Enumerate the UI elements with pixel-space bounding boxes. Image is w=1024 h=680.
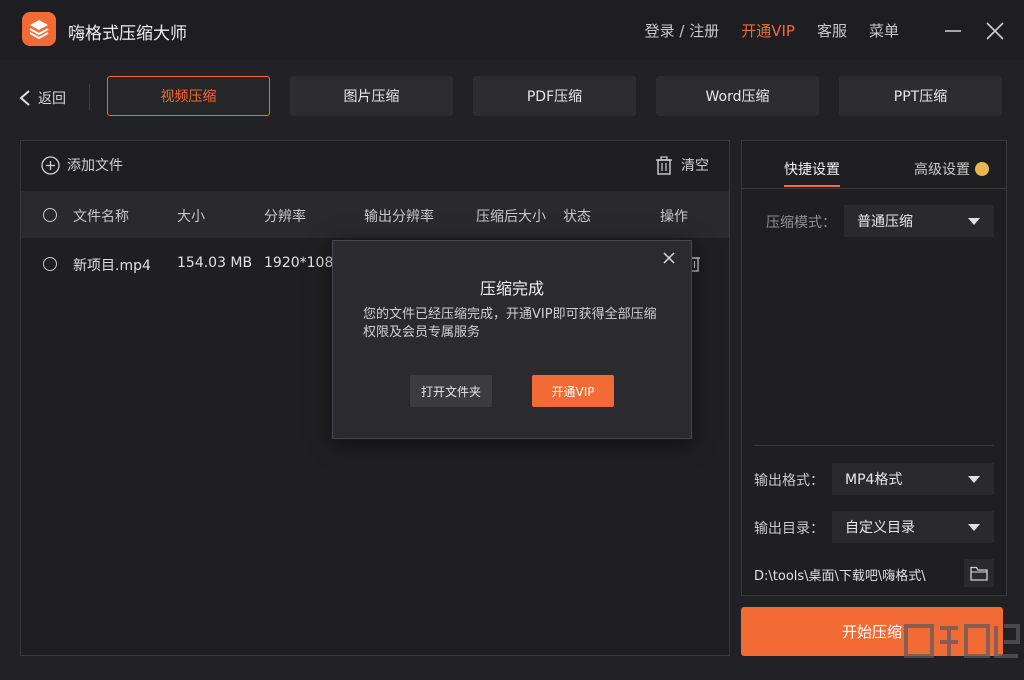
compress-complete-dialog: 压缩完成 您的文件已经压缩完成，开通VIP即可获得全部压缩权限及会员专属服务 打… (332, 240, 692, 439)
output-dir-label: 输出目录： (754, 518, 824, 538)
divider (754, 445, 994, 446)
compress-mode-label: 压缩模式： (766, 212, 836, 232)
chevron-left-icon (18, 89, 32, 107)
clear-button[interactable]: 清空 (655, 155, 709, 175)
table-header: 文件名称 大小 分辨率 输出分辨率 压缩后大小 状态 操作 (21, 191, 729, 238)
customer-service-link[interactable]: 客服 (817, 20, 847, 41)
tab-quick-settings[interactable]: 快捷设置 (784, 159, 840, 179)
login-register-link[interactable]: 登录 / 注册 (645, 20, 720, 41)
file-name: 新项目.mp4 (73, 255, 151, 275)
column-header-size: 大小 (177, 206, 205, 226)
column-header-status: 状态 (563, 206, 591, 226)
row-select-radio[interactable] (43, 257, 57, 271)
output-format-value: MP4格式 (845, 469, 902, 489)
watermark-logo (900, 616, 1024, 680)
compress-mode-value: 普通压缩 (857, 211, 913, 231)
title-bar: 嗨格式压缩大师 登录 / 注册 开通VIP 客服 菜单 (0, 0, 1024, 60)
tab-advanced-settings[interactable]: 高级设置 (914, 159, 989, 179)
add-file-button[interactable]: 添加文件 (41, 155, 123, 175)
advanced-settings-label: 高级设置 (914, 159, 970, 179)
tab-ppt-compress[interactable]: PPT压缩 (839, 76, 1002, 116)
column-header-output-resolution: 输出分辨率 (364, 206, 434, 226)
app-title: 嗨格式压缩大师 (68, 19, 187, 44)
plus-circle-icon (41, 156, 60, 175)
category-tab-row: 返回 视频压缩 图片压缩 PDF压缩 Word压缩 PPT压缩 (0, 60, 1024, 132)
column-header-resolution: 分辨率 (264, 206, 306, 226)
chevron-down-icon (968, 476, 980, 483)
dialog-vip-button[interactable]: 开通VIP (532, 375, 614, 407)
tab-video-compress[interactable]: 视频压缩 (107, 76, 270, 116)
file-size: 154.03 MB (177, 255, 252, 271)
chevron-down-icon (968, 524, 980, 531)
folder-icon[interactable] (964, 559, 994, 587)
divider (89, 84, 90, 110)
minimize-icon[interactable] (944, 22, 962, 40)
vip-coin-icon (975, 162, 989, 176)
column-header-actions: 操作 (660, 206, 688, 226)
divider (742, 188, 1006, 189)
dialog-message: 您的文件已经压缩完成，开通VIP即可获得全部压缩权限及会员专属服务 (363, 306, 663, 342)
tab-word-compress[interactable]: Word压缩 (656, 76, 819, 116)
add-file-label: 添加文件 (67, 155, 123, 175)
dialog-title: 压缩完成 (333, 275, 691, 299)
output-format-label: 输出格式： (754, 470, 824, 490)
app-logo-icon (22, 12, 56, 46)
back-label: 返回 (38, 88, 66, 108)
dialog-close-icon[interactable] (661, 250, 677, 266)
chevron-down-icon (968, 218, 980, 225)
tab-image-compress[interactable]: 图片压缩 (290, 76, 453, 116)
output-format-select[interactable]: MP4格式 (832, 463, 994, 495)
output-path: D:\tools\桌面\下载吧\嗨格式\ (754, 565, 926, 584)
menu-link[interactable]: 菜单 (869, 20, 899, 41)
open-vip-link[interactable]: 开通VIP (741, 20, 795, 41)
tab-pdf-compress[interactable]: PDF压缩 (473, 76, 636, 116)
file-resolution: 1920*1080 (264, 255, 342, 271)
open-folder-button[interactable]: 打开文件夹 (410, 375, 492, 407)
trash-icon (655, 156, 673, 175)
output-dir-select[interactable]: 自定义目录 (832, 511, 994, 543)
active-tab-underline (784, 185, 840, 187)
settings-panel: 快捷设置 高级设置 压缩模式： 普通压缩 输出格式： MP4格式 输出目录： 自… (741, 140, 1007, 596)
select-all-radio[interactable] (43, 208, 57, 222)
column-header-compressed-size: 压缩后大小 (476, 206, 546, 226)
close-icon[interactable] (986, 22, 1004, 40)
clear-label: 清空 (681, 155, 709, 175)
back-button[interactable]: 返回 (18, 88, 66, 108)
column-header-name: 文件名称 (73, 206, 129, 226)
output-dir-value: 自定义目录 (845, 517, 915, 537)
compress-mode-select[interactable]: 普通压缩 (844, 205, 994, 237)
